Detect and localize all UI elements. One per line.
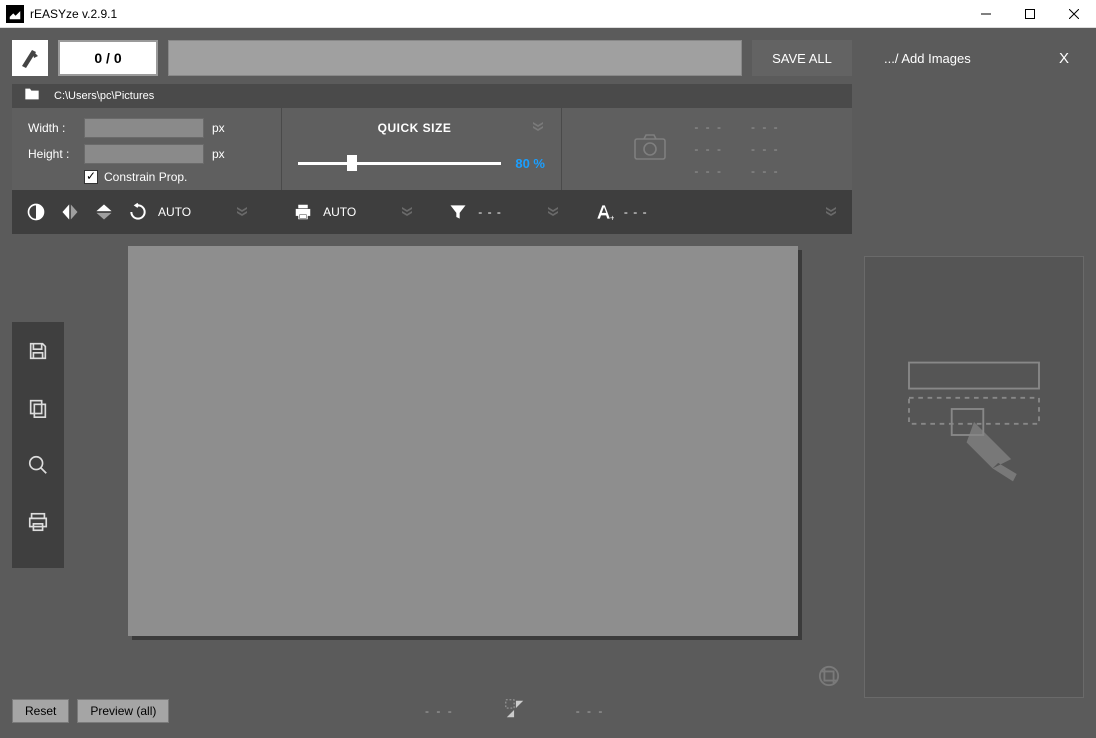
dimension-panel: Width : px Height : px Constrain Prop. (12, 108, 282, 190)
filter-dash: - - - (478, 205, 502, 219)
window-close-button[interactable] (1052, 0, 1096, 27)
path-bar[interactable]: C:\Users\pc\Pictures (12, 84, 852, 108)
width-input[interactable] (84, 118, 204, 138)
image-list-panel[interactable] (864, 256, 1084, 698)
image-counter: 0 / 0 (58, 40, 158, 76)
quicksize-panel: QUICK SIZE 80 % (282, 108, 562, 190)
clear-images-button[interactable]: X (1052, 50, 1076, 67)
rotate-icon[interactable] (128, 202, 148, 222)
zoom-icon[interactable] (27, 454, 49, 481)
toolbar: AUTO AUTO - - - + - - - (12, 190, 852, 234)
bottom-dash-left: - - - (425, 704, 454, 718)
constrain-label: Constrain Prop. (104, 170, 187, 184)
contrast-icon[interactable] (26, 202, 46, 222)
preview-canvas (128, 246, 798, 636)
copy-icon[interactable] (27, 397, 49, 424)
quicksize-slider[interactable] (298, 153, 501, 173)
text-dash: - - - (624, 205, 648, 219)
height-unit: px (212, 147, 225, 161)
canvas-area (74, 242, 852, 688)
info-dash-5: - - - (751, 142, 780, 156)
info-dash-4: - - - (751, 120, 780, 134)
info-dash-1: - - - (694, 120, 723, 134)
info-panel: - - - - - - - - - - - - - - - - - - (562, 108, 852, 190)
preview-all-button[interactable]: Preview (all) (77, 699, 169, 723)
window-minimize-button[interactable] (964, 0, 1008, 27)
app-logo-button[interactable] (12, 40, 48, 76)
rotate-chevron-icon[interactable] (235, 203, 249, 222)
text-chevron-icon[interactable] (824, 203, 838, 222)
constrain-checkbox[interactable] (84, 170, 98, 184)
window-title: rEASYze v.2.9.1 (30, 7, 117, 21)
printer-icon[interactable] (27, 511, 49, 538)
info-dash-3: - - - (694, 164, 723, 178)
rotate-auto-label: AUTO (158, 205, 191, 219)
folder-icon (24, 87, 40, 106)
path-text: C:\Users\pc\Pictures (54, 90, 154, 102)
crop-icon[interactable] (818, 665, 840, 692)
width-unit: px (212, 121, 225, 135)
svg-text:+: + (610, 212, 614, 222)
print-chevron-icon[interactable] (400, 203, 414, 222)
save-all-button[interactable]: SAVE ALL (752, 40, 852, 76)
resize-icon[interactable] (504, 698, 526, 725)
dropzone-icon (899, 357, 1049, 492)
save-icon[interactable] (27, 340, 49, 367)
left-toolbar (12, 322, 64, 568)
quicksize-value: 80 % (515, 156, 545, 171)
window-titlebar: rEASYze v.2.9.1 (0, 0, 1096, 28)
bottom-bar: Reset Preview (all) - - - - - - (12, 696, 852, 726)
quicksize-title: QUICK SIZE (378, 121, 452, 135)
print-auto-label: AUTO (323, 205, 356, 219)
text-icon[interactable]: + (594, 202, 614, 222)
info-dash-2: - - - (694, 142, 723, 156)
flip-horizontal-icon[interactable] (60, 202, 80, 222)
add-images-button[interactable]: .../ Add Images (884, 51, 971, 66)
app-icon (6, 5, 24, 23)
height-input[interactable] (84, 144, 204, 164)
height-label: Height : (28, 147, 76, 161)
reset-button[interactable]: Reset (12, 699, 69, 723)
bottom-dash-right: - - - (576, 704, 605, 718)
flip-vertical-icon[interactable] (94, 202, 114, 222)
camera-icon (634, 134, 666, 165)
filename-field (168, 40, 742, 76)
width-label: Width : (28, 121, 76, 135)
info-dash-6: - - - (751, 164, 780, 178)
window-maximize-button[interactable] (1008, 0, 1052, 27)
filter-icon[interactable] (448, 202, 468, 222)
print-icon[interactable] (293, 202, 313, 222)
quicksize-chevron-icon[interactable] (531, 118, 545, 137)
filter-chevron-icon[interactable] (546, 203, 560, 222)
